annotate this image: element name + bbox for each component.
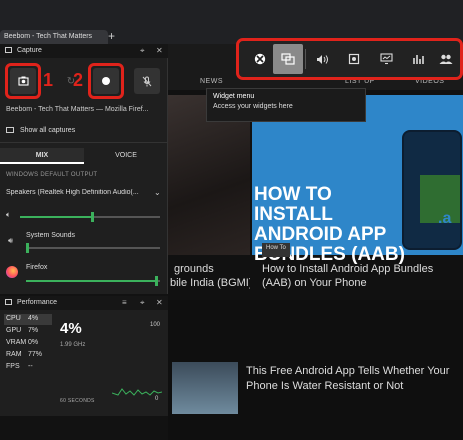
perf-label: VRAM <box>6 339 27 346</box>
capture-widget: Capture ⌖ ✕ 1 ↻ 2 Beebom - Tech That Mat… <box>0 44 168 294</box>
pin-icon[interactable]: ⌖ <box>140 298 145 308</box>
performance-icon[interactable] <box>371 44 401 74</box>
master-volume-fill <box>20 216 93 218</box>
tab-voice[interactable]: VOICE <box>84 148 168 164</box>
master-volume-slider[interactable] <box>20 212 160 222</box>
social-icon[interactable] <box>431 44 461 74</box>
perf-row-gpu[interactable]: GPU 7% <box>4 326 52 337</box>
audio-icon[interactable] <box>307 44 337 74</box>
capture-widget-icon <box>5 47 12 53</box>
left-article-title-line2[interactable]: bile India (BGMI) on PC and Laptop <box>170 276 250 290</box>
divider <box>0 142 168 143</box>
capture-source-label: Beebom - Tech That Matters — Mozilla Fir… <box>6 106 149 113</box>
new-tab-button[interactable]: + <box>108 30 115 42</box>
firefox-label: Firefox <box>26 264 48 271</box>
perf-row-vram[interactable]: VRAM 0% <box>4 338 52 349</box>
system-sounds-volume-slider[interactable] <box>26 243 160 253</box>
record-icon <box>102 77 110 85</box>
perf-label: GPU <box>6 327 22 334</box>
left-article-title-line1[interactable]: grounds <box>170 262 250 276</box>
speaker-icon: 🔈︎ <box>6 210 11 219</box>
performance-widget-title: Performance <box>16 299 58 306</box>
perf-label: CPU <box>6 315 21 322</box>
perf-label: RAM <box>6 351 22 358</box>
pin-icon[interactable]: ⌖ <box>140 46 145 56</box>
perf-time-window: 60 SECONDS <box>60 398 95 404</box>
tooltip-title: Widget menu <box>213 93 255 100</box>
gallery-icon <box>6 127 14 133</box>
perf-value: 0% <box>28 339 39 346</box>
chevron-down-icon[interactable]: ⌄ <box>154 188 161 197</box>
perf-row-ram[interactable]: RAM 77% <box>4 350 52 361</box>
firefox-volume-thumb[interactable] <box>155 276 159 286</box>
resources-icon[interactable] <box>403 44 433 74</box>
perf-clock-speed: 1.99 GHz <box>60 342 86 348</box>
system-sounds-volume-thumb[interactable] <box>26 243 29 253</box>
browser-tab[interactable]: Beebom - Tech That Matters <box>0 30 108 44</box>
perf-scale-min: 0 <box>155 396 159 402</box>
show-all-captures-label[interactable]: Show all captures <box>20 127 75 134</box>
options-icon[interactable]: ≡ <box>122 298 127 307</box>
widget-menu-button[interactable] <box>273 44 303 74</box>
tab-mix[interactable]: MIX <box>0 148 84 164</box>
firefox-volume-fill <box>26 280 158 282</box>
performance-widget: Performance ≡ ⌖ ✕ CPU 4% GPU 7% VRAM 0% RAM… <box>0 296 168 416</box>
category-chip[interactable]: How To <box>262 243 290 257</box>
start-recording-button[interactable] <box>93 68 119 94</box>
right-article-title[interactable]: How to Install Android App Bundles (AAB)… <box>262 262 462 290</box>
capture-widget-title: Capture <box>16 47 42 54</box>
perf-row-fps[interactable]: FPS -- <box>4 362 52 373</box>
perf-value: 77% <box>28 351 43 358</box>
perf-value: 4% <box>28 315 39 322</box>
perf-value: -- <box>28 363 33 370</box>
perf-current-value: 4% <box>60 320 82 337</box>
bottom-article-title[interactable]: This Free Android App Tells Whether Your… <box>246 364 461 394</box>
tooltip-description: Access your widgets here <box>213 103 293 110</box>
annotation-number-2: 2 <box>73 70 84 90</box>
perf-scale-max: 100 <box>150 322 161 328</box>
output-section-label: WINDOWS DEFAULT OUTPUT <box>6 172 98 178</box>
firefox-volume-slider[interactable] <box>26 276 160 286</box>
left-article-title[interactable]: grounds bile India (BGMI) on PC and Lapt… <box>170 262 250 290</box>
xbox-icon[interactable] <box>245 44 275 74</box>
annotation-number-1: 1 <box>43 70 54 90</box>
perf-value: 7% <box>28 327 39 334</box>
article-thumbnail[interactable] <box>172 362 238 414</box>
toolbar-divider <box>305 49 306 69</box>
audio-tabs: MIX VOICE <box>0 148 168 164</box>
close-icon[interactable]: ✕ <box>156 46 163 55</box>
perf-label: FPS <box>6 363 20 370</box>
show-all-captures-link[interactable]: Show all captures <box>6 127 75 134</box>
system-sounds-label: System Sounds <box>26 232 76 239</box>
system-sounds-icon: 🔊︎ <box>8 236 14 245</box>
screenshot-button[interactable] <box>10 68 36 94</box>
capture-icon[interactable] <box>339 44 369 74</box>
master-volume-thumb[interactable] <box>90 212 94 222</box>
hero-box-text: .a <box>438 210 452 227</box>
output-device-select[interactable]: Speakers (Realtek High Definition Audio(… <box>6 189 156 196</box>
performance-widget-icon <box>5 299 12 305</box>
perf-row-cpu[interactable]: CPU 4% <box>4 314 52 325</box>
game-bar-toolbar <box>236 38 463 80</box>
nav-item-news[interactable]: NEWS <box>200 78 223 85</box>
widget-menu-tooltip: Widget menu Access your widgets here <box>206 88 366 122</box>
firefox-icon <box>6 266 18 278</box>
close-icon[interactable]: ✕ <box>156 298 163 307</box>
microphone-toggle-button[interactable] <box>134 68 160 94</box>
